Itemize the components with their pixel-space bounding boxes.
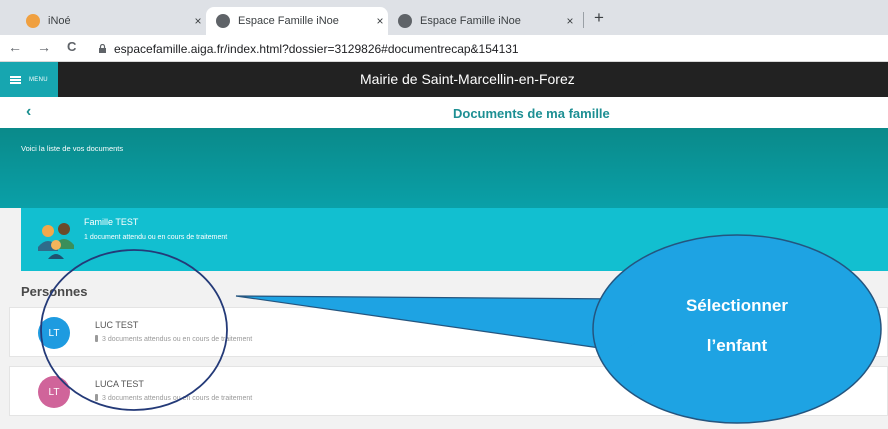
close-tab-icon[interactable]: × [372, 14, 388, 28]
pin-icon [95, 335, 98, 342]
avatar: LT [38, 376, 70, 408]
hamburger-icon [10, 75, 21, 84]
tab-title: Espace Famille iNoe [420, 15, 521, 27]
page-subheader: ‹ Documents de ma famille [0, 97, 888, 128]
new-tab-button[interactable]: + [594, 8, 604, 28]
pin-icon [95, 394, 98, 401]
person-name: LUC TEST [95, 320, 139, 330]
app-header: MENU Mairie de Saint-Marcellin-en-Forez [0, 62, 888, 97]
tab-title: Espace Famille iNoe [238, 15, 339, 27]
browser-tab-strip: iNoé × Espace Famille iNoe × Espace Fami… [0, 0, 888, 35]
person-status-text: 3 documents attendus ou en cours de trai… [102, 395, 253, 402]
browser-tab-espace-famille[interactable]: Espace Famille iNoe × [388, 7, 578, 35]
callout-text-line2: l’enfant [706, 336, 768, 355]
lock-icon [99, 44, 106, 53]
intro-text: Voici la liste de vos documents [21, 144, 124, 153]
menu-button[interactable]: MENU [0, 62, 58, 97]
tab-separator [583, 12, 584, 28]
family-card[interactable]: Famille TEST 1 document attendu ou en co… [21, 208, 888, 271]
app-title: Mairie de Saint-Marcellin-en-Forez [360, 71, 575, 87]
forward-arrow-icon[interactable]: → [37, 39, 51, 55]
browser-tab-inoe[interactable]: iNoé × [16, 7, 206, 35]
person-status: 3 documents attendus ou en cours de trai… [95, 335, 252, 343]
family-name: Famille TEST [84, 217, 139, 227]
globe-icon [216, 14, 230, 28]
close-tab-icon[interactable]: × [190, 14, 206, 28]
globe-icon [398, 14, 412, 28]
page: iNoé × Espace Famille iNoe × Espace Fami… [0, 0, 888, 429]
back-arrow-icon[interactable]: ← [8, 39, 22, 55]
person-name: LUCA TEST [95, 379, 144, 389]
address-bar: ← → C espacefamille.aiga.fr/index.html?d… [0, 35, 888, 62]
browser-tab-espace-famille-active[interactable]: Espace Famille iNoe × [206, 7, 388, 35]
person-row-luca[interactable]: LT LUCA TEST 3 documents attendus ou en … [9, 366, 888, 416]
callout-text-line1: Sélectionner [685, 296, 789, 315]
reload-icon[interactable]: C [67, 39, 76, 54]
inoe-favicon-icon [26, 14, 40, 28]
family-status: 1 document attendu ou en cours de traite… [84, 234, 228, 241]
avatar: LT [38, 317, 70, 349]
page-title: Documents de ma famille [453, 106, 610, 121]
tab-title: iNoé [48, 15, 71, 27]
url-input[interactable]: espacefamille.aiga.fr/index.html?dossier… [114, 42, 519, 56]
persons-heading: Personnes [21, 284, 88, 299]
back-chevron-icon[interactable]: ‹ [26, 103, 31, 121]
documents-banner: Voici la liste de vos documents [0, 128, 888, 208]
family-icon [38, 223, 74, 259]
person-status: 3 documents attendus ou en cours de trai… [95, 394, 252, 402]
close-tab-icon[interactable]: × [562, 14, 578, 28]
person-status-text: 3 documents attendus ou en cours de trai… [102, 336, 253, 343]
menu-label: MENU [29, 76, 48, 83]
